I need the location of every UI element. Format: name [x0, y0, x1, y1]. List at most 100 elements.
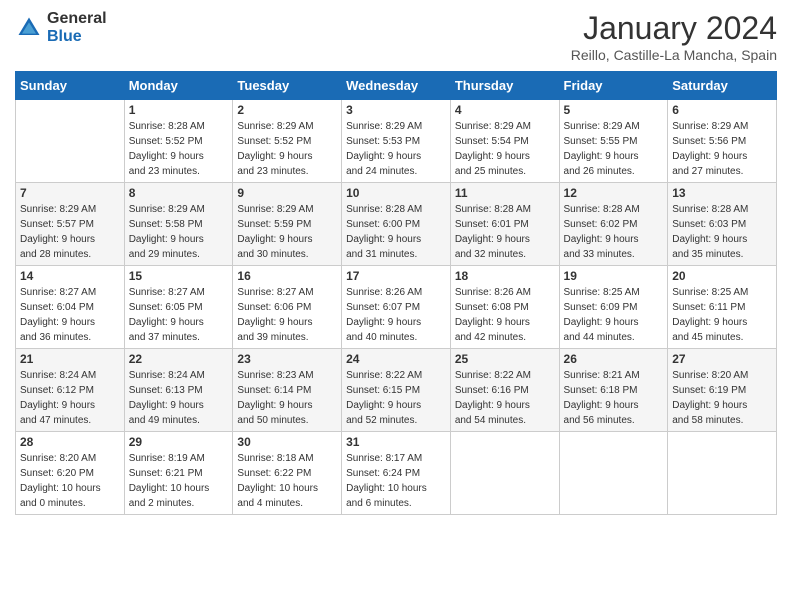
day-cell: 6Sunrise: 8:29 AMSunset: 5:56 PMDaylight… — [668, 100, 777, 183]
day-info: Sunrise: 8:27 AMSunset: 6:05 PMDaylight:… — [129, 285, 229, 345]
day-info: Sunrise: 8:28 AMSunset: 6:02 PMDaylight:… — [564, 202, 664, 262]
day-number: 8 — [129, 186, 229, 200]
logo-text: General Blue — [47, 10, 107, 46]
week-row-2: 7 Sunrise: 8:29 AMSunset: 5:57 PMDaylight… — [16, 183, 777, 266]
day-number: 13 — [672, 186, 772, 200]
day-number: 16 — [237, 269, 337, 283]
day-number: 27 — [672, 352, 772, 366]
day-number: 2 — [237, 103, 337, 117]
day-info: Sunrise: 8:23 AMSunset: 6:14 PMDaylight:… — [237, 368, 337, 428]
day-info: Sunrise: 8:28 AMSunset: 6:00 PMDaylight:… — [346, 202, 446, 262]
day-number: 4 — [455, 103, 555, 117]
day-number: 11 — [455, 186, 555, 200]
day-info: Sunrise: 8:25 AMSunset: 6:11 PMDaylight:… — [672, 285, 772, 345]
day-info: Sunrise: 8:22 AMSunset: 6:16 PMDaylight:… — [455, 368, 555, 428]
day-cell: 23 Sunrise: 8:23 AMSunset: 6:14 PMDayligh… — [233, 349, 342, 432]
logo-icon — [15, 14, 43, 42]
day-number: 24 — [346, 352, 446, 366]
day-info: Sunrise: 8:21 AMSunset: 6:18 PMDaylight:… — [564, 368, 664, 428]
day-info: Sunrise: 8:19 AMSunset: 6:21 PMDaylight:… — [129, 451, 229, 511]
day-info: Sunrise: 8:24 AMSunset: 6:12 PMDaylight:… — [20, 368, 120, 428]
day-cell: 26 Sunrise: 8:21 AMSunset: 6:18 PMDayligh… — [559, 349, 668, 432]
day-info: Sunrise: 8:29 AMSunset: 5:56 PMDaylight:… — [672, 119, 772, 179]
day-info: Sunrise: 8:29 AMSunset: 5:52 PMDaylight:… — [237, 119, 337, 179]
day-cell: 7 Sunrise: 8:29 AMSunset: 5:57 PMDaylight… — [16, 183, 125, 266]
day-number: 15 — [129, 269, 229, 283]
day-cell: 22 Sunrise: 8:24 AMSunset: 6:13 PMDayligh… — [124, 349, 233, 432]
day-info: Sunrise: 8:29 AMSunset: 5:59 PMDaylight:… — [237, 202, 337, 262]
day-info: Sunrise: 8:29 AMSunset: 5:53 PMDaylight:… — [346, 119, 446, 179]
day-cell: 25 Sunrise: 8:22 AMSunset: 6:16 PMDayligh… — [450, 349, 559, 432]
day-cell: 10 Sunrise: 8:28 AMSunset: 6:00 PMDayligh… — [342, 183, 451, 266]
day-cell: 31 Sunrise: 8:17 AMSunset: 6:24 PMDayligh… — [342, 432, 451, 515]
day-header-monday: Monday — [124, 72, 233, 100]
day-cell: 13 Sunrise: 8:28 AMSunset: 6:03 PMDayligh… — [668, 183, 777, 266]
day-number: 30 — [237, 435, 337, 449]
day-cell — [668, 432, 777, 515]
calendar-table: SundayMondayTuesdayWednesdayThursdayFrid… — [15, 71, 777, 515]
day-info: Sunrise: 8:29 AMSunset: 5:57 PMDaylight:… — [20, 202, 120, 262]
day-header-friday: Friday — [559, 72, 668, 100]
day-cell: 1Sunrise: 8:28 AMSunset: 5:52 PMDaylight… — [124, 100, 233, 183]
day-info: Sunrise: 8:17 AMSunset: 6:24 PMDaylight:… — [346, 451, 446, 511]
location-title: Reillo, Castille-La Mancha, Spain — [571, 47, 777, 63]
day-cell: 2 Sunrise: 8:29 AMSunset: 5:52 PMDaylight… — [233, 100, 342, 183]
week-row-3: 14 Sunrise: 8:27 AMSunset: 6:04 PMDayligh… — [16, 266, 777, 349]
page-header: General Blue January 2024 Reillo, Castil… — [15, 10, 777, 63]
day-cell — [16, 100, 125, 183]
day-cell: 4 Sunrise: 8:29 AMSunset: 5:54 PMDaylight… — [450, 100, 559, 183]
day-cell — [450, 432, 559, 515]
title-block: January 2024 Reillo, Castille-La Mancha,… — [571, 10, 777, 63]
day-cell: 3 Sunrise: 8:29 AMSunset: 5:53 PMDaylight… — [342, 100, 451, 183]
week-row-4: 21 Sunrise: 8:24 AMSunset: 6:12 PMDayligh… — [16, 349, 777, 432]
day-cell: 28 Sunrise: 8:20 AMSunset: 6:20 PMDayligh… — [16, 432, 125, 515]
day-number: 22 — [129, 352, 229, 366]
day-info: Sunrise: 8:25 AMSunset: 6:09 PMDaylight:… — [564, 285, 664, 345]
day-number: 10 — [346, 186, 446, 200]
day-header-wednesday: Wednesday — [342, 72, 451, 100]
day-info: Sunrise: 8:28 AMSunset: 6:03 PMDaylight:… — [672, 202, 772, 262]
day-number: 1 — [129, 103, 229, 117]
day-cell: 19Sunrise: 8:25 AMSunset: 6:09 PMDayligh… — [559, 266, 668, 349]
day-number: 14 — [20, 269, 120, 283]
day-number: 25 — [455, 352, 555, 366]
day-cell: 29 Sunrise: 8:19 AMSunset: 6:21 PMDayligh… — [124, 432, 233, 515]
day-headers-row: SundayMondayTuesdayWednesdayThursdayFrid… — [16, 72, 777, 100]
day-cell: 15 Sunrise: 8:27 AMSunset: 6:05 PMDayligh… — [124, 266, 233, 349]
day-number: 29 — [129, 435, 229, 449]
day-header-saturday: Saturday — [668, 72, 777, 100]
day-number: 17 — [346, 269, 446, 283]
day-cell: 5Sunrise: 8:29 AMSunset: 5:55 PMDaylight… — [559, 100, 668, 183]
day-info: Sunrise: 8:24 AMSunset: 6:13 PMDaylight:… — [129, 368, 229, 428]
day-info: Sunrise: 8:27 AMSunset: 6:06 PMDaylight:… — [237, 285, 337, 345]
day-cell: 20 Sunrise: 8:25 AMSunset: 6:11 PMDayligh… — [668, 266, 777, 349]
day-number: 18 — [455, 269, 555, 283]
calendar-body: 1Sunrise: 8:28 AMSunset: 5:52 PMDaylight… — [16, 100, 777, 515]
week-row-5: 28 Sunrise: 8:20 AMSunset: 6:20 PMDayligh… — [16, 432, 777, 515]
day-cell: 24Sunrise: 8:22 AMSunset: 6:15 PMDayligh… — [342, 349, 451, 432]
day-cell: 12Sunrise: 8:28 AMSunset: 6:02 PMDayligh… — [559, 183, 668, 266]
day-info: Sunrise: 8:26 AMSunset: 6:08 PMDaylight:… — [455, 285, 555, 345]
day-number: 26 — [564, 352, 664, 366]
day-number: 28 — [20, 435, 120, 449]
week-row-1: 1Sunrise: 8:28 AMSunset: 5:52 PMDaylight… — [16, 100, 777, 183]
day-header-sunday: Sunday — [16, 72, 125, 100]
day-info: Sunrise: 8:20 AMSunset: 6:20 PMDaylight:… — [20, 451, 120, 511]
day-number: 20 — [672, 269, 772, 283]
day-info: Sunrise: 8:26 AMSunset: 6:07 PMDaylight:… — [346, 285, 446, 345]
day-number: 31 — [346, 435, 446, 449]
day-number: 21 — [20, 352, 120, 366]
day-info: Sunrise: 8:27 AMSunset: 6:04 PMDaylight:… — [20, 285, 120, 345]
day-cell: 9Sunrise: 8:29 AMSunset: 5:59 PMDaylight… — [233, 183, 342, 266]
day-number: 3 — [346, 103, 446, 117]
day-number: 23 — [237, 352, 337, 366]
day-number: 7 — [20, 186, 120, 200]
day-cell: 8 Sunrise: 8:29 AMSunset: 5:58 PMDaylight… — [124, 183, 233, 266]
day-info: Sunrise: 8:18 AMSunset: 6:22 PMDaylight:… — [237, 451, 337, 511]
day-info: Sunrise: 8:20 AMSunset: 6:19 PMDaylight:… — [672, 368, 772, 428]
logo: General Blue — [15, 10, 107, 46]
day-info: Sunrise: 8:29 AMSunset: 5:58 PMDaylight:… — [129, 202, 229, 262]
day-info: Sunrise: 8:29 AMSunset: 5:54 PMDaylight:… — [455, 119, 555, 179]
calendar-header: SundayMondayTuesdayWednesdayThursdayFrid… — [16, 72, 777, 100]
day-cell: 18 Sunrise: 8:26 AMSunset: 6:08 PMDayligh… — [450, 266, 559, 349]
